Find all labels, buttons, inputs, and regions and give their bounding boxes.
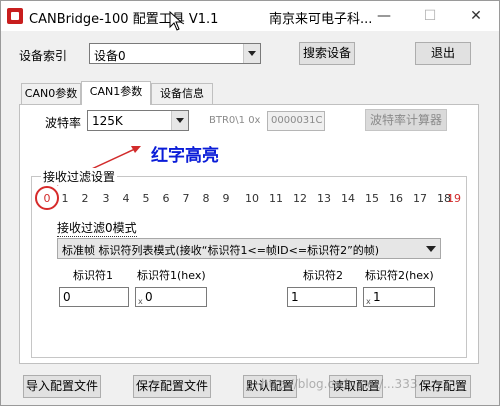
filter-index-9[interactable]: 9 (215, 192, 237, 205)
btr-label: BTR0\1 0x (209, 115, 261, 126)
filter-index-4[interactable]: 4 (115, 192, 137, 205)
identifier1-input[interactable]: 0 (59, 287, 129, 307)
baud-rate-select[interactable]: 125K (87, 110, 189, 131)
identifier1-label: 标识符1 (73, 269, 113, 282)
filter-index-3[interactable]: 3 (95, 192, 117, 205)
title-bar: CANBridge-100 配置工具 V1.1 南京来可电子科... — ☐ ✕ (1, 1, 499, 31)
identifier1-hex-input[interactable]: x 0 (135, 287, 207, 307)
filter-index-10[interactable]: 10 (241, 192, 263, 205)
save-config-button[interactable]: 保存配置 (415, 375, 471, 398)
identifier2-label: 标识符2 (303, 269, 343, 282)
filter-index-11[interactable]: 11 (265, 192, 287, 205)
tab-can0[interactable]: CAN0参数 (21, 83, 81, 104)
identifier1-hex-value: 0 (145, 290, 153, 304)
identifier2-input[interactable]: 1 (287, 287, 357, 307)
identifier2-hex-label: 标识符2(hex) (365, 269, 434, 282)
filter-index-7[interactable]: 7 (175, 192, 197, 205)
filter-index-16[interactable]: 16 (385, 192, 407, 205)
exit-button[interactable]: 退出 (415, 42, 471, 65)
baud-rate-value: 125K (92, 114, 123, 128)
filter-mode-select[interactable]: 标准帧 标识符列表模式(接收“标识符1<=帧ID<=标识符2”的帧) (57, 238, 441, 259)
filter-index-8[interactable]: 8 (195, 192, 217, 205)
device-index-select[interactable]: 设备0 (89, 43, 261, 64)
filter-index-6[interactable]: 6 (155, 192, 177, 205)
chevron-down-icon[interactable] (171, 111, 188, 130)
filter-index-2[interactable]: 2 (74, 192, 96, 205)
filter-index-12[interactable]: 12 (289, 192, 311, 205)
chevron-down-icon[interactable] (243, 44, 260, 63)
save-config-file-button[interactable]: 保存配置文件 (133, 375, 211, 398)
filter-index-5[interactable]: 5 (135, 192, 157, 205)
mouse-cursor-icon (169, 11, 183, 31)
filter-index-1[interactable]: 1 (54, 192, 76, 205)
btr-value-field: 0000031C (267, 111, 325, 131)
maximize-button[interactable]: ☐ (407, 1, 453, 31)
window-subtitle: 南京来可电子科... (269, 12, 373, 27)
read-config-button[interactable]: 读取配置 (329, 375, 383, 398)
import-config-button[interactable]: 导入配置文件 (23, 375, 101, 398)
identifier2-hex-value: 1 (373, 290, 381, 304)
identifier1-hex-label: 标识符1(hex) (137, 269, 206, 282)
close-button[interactable]: ✕ (453, 1, 499, 31)
identifier2-hex-input[interactable]: x 1 (363, 287, 435, 307)
filter-index-15[interactable]: 15 (361, 192, 383, 205)
device-index-label: 设备索引 (19, 49, 68, 63)
baud-calculator-button[interactable]: 波特率计算器 (365, 109, 447, 131)
app-logo-icon (7, 8, 23, 24)
filter-index-14[interactable]: 14 (337, 192, 359, 205)
tab-can1[interactable]: CAN1参数 (81, 81, 151, 105)
filter-mode-value: 标准帧 标识符列表模式(接收“标识符1<=帧ID<=标识符2”的帧) (62, 244, 380, 257)
device-index-value: 设备0 (94, 49, 126, 63)
app-window: CANBridge-100 配置工具 V1.1 南京来可电子科... — ☐ ✕… (0, 0, 500, 406)
default-config-button[interactable]: 默认配置 (243, 375, 297, 398)
tab-device-info[interactable]: 设备信息 (151, 83, 213, 104)
receive-filter-title: 接收过滤设置 (41, 168, 118, 185)
hex-prefix-mark: x (366, 297, 371, 306)
filter-index-19[interactable]: 19 (443, 192, 465, 205)
annotation-text: 红字高亮 (151, 146, 219, 166)
baud-rate-label: 波特率 (45, 116, 82, 130)
chevron-down-icon[interactable] (426, 246, 436, 252)
filter-index-17[interactable]: 17 (409, 192, 431, 205)
hex-prefix-mark: x (138, 297, 143, 306)
filter-mode-label: 接收过滤0模式 (57, 221, 137, 237)
filter-index-13[interactable]: 13 (313, 192, 335, 205)
window-title: CANBridge-100 配置工具 V1.1 (29, 12, 219, 27)
search-device-button[interactable]: 搜索设备 (299, 42, 355, 65)
minimize-button[interactable]: — (361, 1, 407, 31)
